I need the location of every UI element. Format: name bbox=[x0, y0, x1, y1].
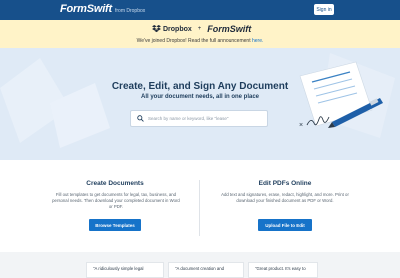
browse-templates-button[interactable]: Browse Templates bbox=[89, 219, 141, 231]
sign-in-button[interactable]: Sign in bbox=[314, 4, 334, 15]
formswift-wordmark: FormSwift bbox=[207, 24, 252, 34]
dropbox-wordmark: Dropbox bbox=[163, 25, 192, 33]
announcement-message: We've joined Dropbox! Read the full anno… bbox=[136, 38, 252, 44]
search-icon bbox=[137, 115, 144, 122]
top-nav-bar: FormSwift from Dropbox Sign in bbox=[0, 0, 400, 20]
upload-file-button[interactable]: Upload File to Edit bbox=[258, 219, 312, 231]
dropbox-icon bbox=[152, 25, 161, 33]
partner-logos: Dropbox + FormSwift bbox=[152, 24, 251, 34]
hero-subtitle: All your document needs, all in one plac… bbox=[140, 94, 260, 100]
create-documents-title: Create Documents bbox=[86, 180, 144, 187]
hero-title: Create, Edit, and Sign Any Document bbox=[111, 81, 289, 92]
hero-background-shapes: × bbox=[0, 53, 395, 148]
logo-from-dropbox: from Dropbox bbox=[114, 8, 146, 14]
hero-section: × bbox=[0, 48, 400, 160]
testimonial-card: "A ridiculously simple legal bbox=[86, 262, 164, 278]
formswift-logo[interactable]: FormSwift from Dropbox bbox=[60, 3, 145, 15]
logo-text: FormSwift bbox=[60, 3, 112, 15]
search-input[interactable] bbox=[148, 116, 258, 121]
testimonial-card: "Great product. It's easy to bbox=[248, 262, 318, 278]
template-search-box[interactable] bbox=[130, 110, 268, 127]
svg-text:×: × bbox=[299, 122, 303, 129]
testimonial-card: "A document creation and bbox=[168, 262, 244, 278]
edit-pdfs-title: Edit PDFs Online bbox=[258, 180, 312, 187]
edit-pdfs-description: Add text and signatures, erase, redact, … bbox=[221, 192, 349, 203]
plus-sign: + bbox=[197, 26, 202, 32]
announcement-text: We've joined Dropbox! Read the full anno… bbox=[0, 38, 400, 44]
column-divider bbox=[199, 180, 200, 236]
create-documents-description: Fill out templates to get documents for … bbox=[52, 192, 180, 209]
announcement-link[interactable]: here. bbox=[252, 38, 263, 44]
